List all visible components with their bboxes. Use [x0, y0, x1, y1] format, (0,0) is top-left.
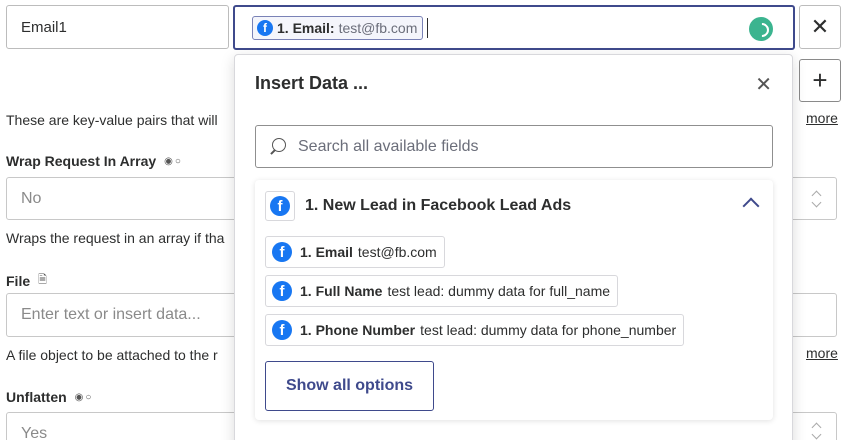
- unflatten-label-text: Unflatten: [6, 389, 67, 405]
- search-placeholder: Search all available fields: [298, 137, 479, 155]
- unflatten-value: Yes: [21, 425, 48, 440]
- radio-marks: ◉○: [74, 391, 94, 403]
- chip-label: 1. Full Name: [300, 283, 383, 299]
- close-icon[interactable]: ✕: [755, 72, 772, 97]
- wrap-request-label-text: Wrap Request In Array: [6, 153, 157, 169]
- mapped-field-pill[interactable]: f 1. Email: test@fb.com: [252, 15, 424, 40]
- chip-value: test@fb.com: [357, 244, 437, 260]
- value-field[interactable]: f 1. Email: test@fb.com: [233, 5, 795, 50]
- unflatten-label: Unflatten ◉○: [6, 389, 93, 405]
- pill-value: test@fb.com: [338, 19, 418, 36]
- group-title: 1. New Lead in Facebook Lead Ads: [305, 197, 572, 214]
- chip-value: test lead: dummy data for full_name: [387, 283, 611, 299]
- text-caret: [427, 17, 429, 38]
- chip-label: 1. Phone Number: [300, 322, 416, 338]
- data-group: f 1. New Lead in Facebook Lead Ads f 1. …: [255, 180, 773, 420]
- remove-pair-button[interactable]: ✕: [799, 5, 841, 49]
- chip-value: test lead: dummy data for phone_number: [420, 322, 677, 338]
- facebook-icon: f: [257, 19, 273, 36]
- field-chip-phone-number[interactable]: f 1. Phone Number test lead: dummy data …: [265, 314, 685, 346]
- key-field-value: Email1: [21, 18, 67, 36]
- loading-spinner-icon: [749, 17, 773, 41]
- insert-data-panel: Insert Data ... ✕ Search all available f…: [234, 54, 793, 440]
- chip-label: 1. Email: [300, 244, 353, 260]
- pill-label: 1. Email:: [277, 19, 335, 36]
- app-icon-box: f: [265, 191, 295, 221]
- file-placeholder: Enter text or insert data...: [21, 306, 201, 323]
- show-all-options-button[interactable]: Show all options: [265, 361, 434, 411]
- file-label-text: File: [6, 272, 31, 289]
- more-link[interactable]: more: [806, 110, 838, 126]
- wrap-request-help: Wraps the request in an array if tha: [6, 230, 225, 246]
- facebook-icon: f: [272, 320, 292, 340]
- field-chip-email[interactable]: f 1. Email test@fb.com: [265, 236, 445, 268]
- panel-title: Insert Data ...: [255, 73, 369, 93]
- facebook-icon: f: [270, 196, 290, 216]
- file-label: File 🗎: [6, 271, 49, 290]
- chevron-up-icon[interactable]: [742, 197, 760, 215]
- more-link-2[interactable]: more: [806, 345, 838, 361]
- select-stepper-icon: [812, 190, 822, 208]
- facebook-icon: f: [272, 281, 292, 301]
- add-pair-button[interactable]: +: [799, 59, 841, 102]
- file-help: A file object to be attached to the r: [6, 347, 218, 363]
- radio-marks: ◉○: [164, 155, 183, 167]
- document-icon: 🗎: [38, 274, 49, 286]
- description-text: These are key-value pairs that will: [6, 112, 218, 128]
- select-stepper-icon: [812, 422, 822, 440]
- group-header[interactable]: f 1. New Lead in Facebook Lead Ads: [265, 190, 763, 222]
- wrap-request-value: No: [21, 189, 42, 207]
- facebook-icon: f: [272, 242, 292, 262]
- search-input[interactable]: Search all available fields: [255, 125, 773, 168]
- key-field[interactable]: Email1: [6, 5, 229, 49]
- field-chip-full-name[interactable]: f 1. Full Name test lead: dummy data for…: [265, 275, 619, 307]
- wrap-request-label: Wrap Request In Array ◉○: [6, 153, 183, 169]
- search-icon: [268, 137, 288, 157]
